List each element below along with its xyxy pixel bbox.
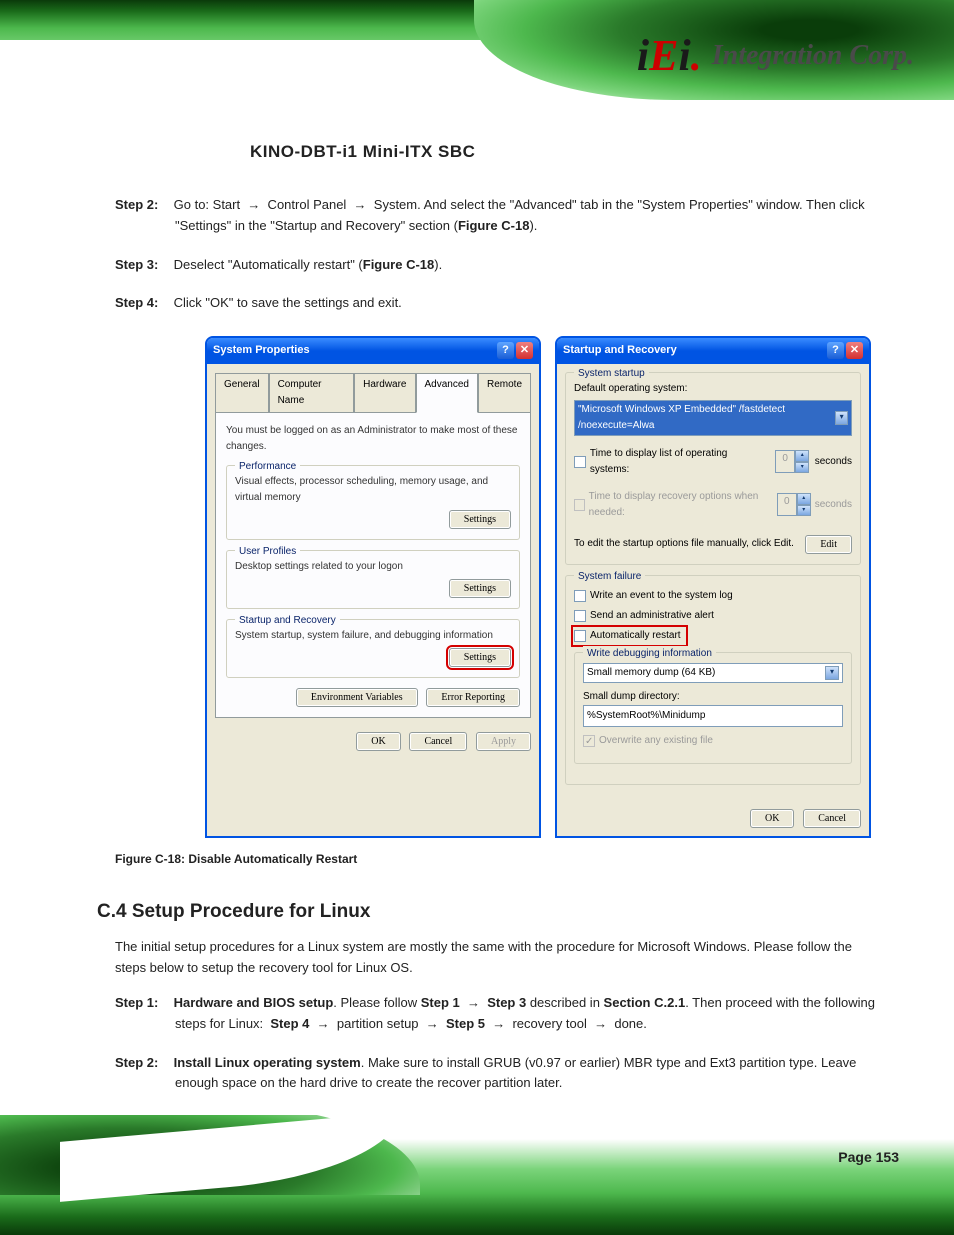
dump-value: Small memory dump (64 KB) bbox=[587, 665, 715, 681]
brand-text: Integration Corp. bbox=[712, 40, 914, 72]
linux-step-1: Step 1: Hardware and BIOS setup. Please … bbox=[115, 993, 875, 1035]
figure-label: Figure C-18: Disable Automatically Resta… bbox=[115, 850, 875, 869]
group-desc: Desktop settings related to your logon bbox=[235, 559, 511, 575]
footer-band bbox=[0, 1115, 954, 1235]
default-os-label: Default operating system: bbox=[574, 381, 852, 397]
close-icon[interactable]: ✕ bbox=[516, 342, 533, 359]
titlebar[interactable]: Startup and Recovery ? ✕ bbox=[557, 338, 869, 364]
small-dump-dir-input[interactable]: %SystemRoot%\Minidump bbox=[583, 705, 843, 727]
group-title: User Profiles bbox=[235, 544, 300, 560]
group-user-profiles: User Profiles Desktop settings related t… bbox=[226, 550, 520, 609]
apply-button[interactable]: Apply bbox=[476, 732, 531, 751]
help-icon[interactable]: ? bbox=[827, 342, 844, 359]
send-alert-checkbox[interactable]: Send an administrative alert bbox=[574, 608, 852, 624]
group-title: Performance bbox=[235, 459, 300, 475]
dialog-buttons: OK Cancel Apply bbox=[207, 726, 539, 759]
tab-computer-name[interactable]: Computer Name bbox=[269, 373, 355, 413]
step-bold: Install Linux operating system bbox=[174, 1055, 361, 1070]
time-list-spinner[interactable]: 0 ▴▾ bbox=[775, 450, 811, 473]
group-desc: Visual effects, processor scheduling, me… bbox=[235, 474, 511, 506]
step-number: Step 2: bbox=[115, 1053, 170, 1074]
env-variables-button[interactable]: Environment Variables bbox=[296, 688, 418, 707]
group-write-debug: Write debugging information Small memory… bbox=[574, 652, 852, 764]
tab-remote[interactable]: Remote bbox=[478, 373, 531, 413]
group-title: System startup bbox=[574, 366, 649, 382]
seconds-label: seconds bbox=[815, 454, 852, 470]
edit-note: To edit the startup options file manuall… bbox=[574, 536, 794, 552]
settings-button-performance[interactable]: Settings bbox=[449, 510, 511, 529]
cancel-button[interactable]: Cancel bbox=[409, 732, 467, 751]
dialog-buttons: OK Cancel bbox=[557, 803, 869, 836]
small-dump-dir-label: Small dump directory: bbox=[583, 689, 843, 705]
error-reporting-button[interactable]: Error Reporting bbox=[426, 688, 520, 707]
ok-button[interactable]: OK bbox=[750, 809, 794, 828]
dump-select[interactable]: Small memory dump (64 KB) ▾ bbox=[583, 663, 843, 683]
default-os-select[interactable]: "Microsoft Windows XP Embedded" /fastdet… bbox=[574, 400, 852, 436]
title-text: System Properties bbox=[213, 342, 310, 360]
overwrite-checkbox: ✓Overwrite any existing file bbox=[583, 733, 843, 749]
group-performance: Performance Visual effects, processor sc… bbox=[226, 465, 520, 540]
group-desc: System startup, system failure, and debu… bbox=[235, 628, 511, 644]
linux-step-2: Step 2: Install Linux operating system. … bbox=[115, 1053, 875, 1095]
group-title: Write debugging information bbox=[583, 646, 716, 662]
tab-hardware[interactable]: Hardware bbox=[354, 373, 415, 413]
document-title: KINO-DBT-i1 Mini-ITX SBC bbox=[250, 142, 475, 162]
title-text: Startup and Recovery bbox=[563, 342, 677, 360]
step-bold: Hardware and BIOS setup bbox=[174, 995, 334, 1010]
tab-general[interactable]: General bbox=[215, 373, 269, 413]
time-list-checkbox[interactable]: Time to display list of operating system… bbox=[574, 446, 767, 478]
tab-advanced[interactable]: Advanced bbox=[416, 373, 478, 413]
section-intro: The initial setup procedures for a Linux… bbox=[115, 937, 875, 979]
time-recovery-checkbox: Time to display recovery options when ne… bbox=[574, 489, 769, 521]
seconds-label: seconds bbox=[815, 497, 852, 513]
edit-button[interactable]: Edit bbox=[805, 535, 852, 554]
step-number: Step 3: bbox=[115, 255, 170, 276]
step-text: Go to: Start → Control Panel → System. A… bbox=[174, 197, 865, 233]
ok-button[interactable]: OK bbox=[356, 732, 400, 751]
startup-recovery-window: Startup and Recovery ? ✕ System startup … bbox=[555, 336, 871, 838]
tab-panel-advanced: You must be logged on as an Administrato… bbox=[215, 412, 531, 718]
page-number: Page 153 bbox=[838, 1149, 899, 1165]
group-title: System failure bbox=[574, 569, 645, 585]
group-system-failure: System failure Write an event to the sys… bbox=[565, 575, 861, 785]
help-icon[interactable]: ? bbox=[497, 342, 514, 359]
brand-logo: iEi. Integration Corp. bbox=[637, 30, 914, 81]
settings-button-userprofiles[interactable]: Settings bbox=[449, 579, 511, 598]
write-event-checkbox[interactable]: Write an event to the system log bbox=[574, 588, 852, 604]
system-properties-window: System Properties ? ✕ General Computer N… bbox=[205, 336, 541, 838]
chevron-down-icon[interactable]: ▾ bbox=[835, 411, 848, 425]
step-3: Step 3: Deselect "Automatically restart"… bbox=[115, 255, 875, 276]
body-area: Step 2: Go to: Start → Control Panel → S… bbox=[115, 195, 875, 1204]
screenshots-row: System Properties ? ✕ General Computer N… bbox=[205, 336, 875, 838]
tabs: General Computer Name Hardware Advanced … bbox=[215, 372, 531, 412]
group-title: Startup and Recovery bbox=[235, 613, 340, 629]
chevron-down-icon[interactable]: ▾ bbox=[825, 666, 839, 680]
step-number: Step 2: bbox=[115, 195, 170, 216]
header-band: iEi. Integration Corp. bbox=[0, 0, 954, 140]
section-heading: C.4 Setup Procedure for Linux bbox=[97, 897, 875, 927]
default-os-value: "Microsoft Windows XP Embedded" /fastdet… bbox=[578, 402, 835, 434]
logo-iei-icon: iEi. bbox=[637, 30, 702, 81]
step-number: Step 4: bbox=[115, 293, 170, 314]
step-number: Step 1: bbox=[115, 993, 170, 1014]
step-2: Step 2: Go to: Start → Control Panel → S… bbox=[115, 195, 875, 237]
time-recovery-spinner: 0 ▴▾ bbox=[777, 493, 811, 516]
step-4: Step 4: Click "OK" to save the settings … bbox=[115, 293, 875, 314]
cancel-button[interactable]: Cancel bbox=[803, 809, 861, 828]
auto-restart-checkbox[interactable]: Automatically restart bbox=[574, 628, 685, 644]
settings-button-startup-recovery[interactable]: Settings bbox=[449, 648, 511, 667]
group-system-startup: System startup Default operating system:… bbox=[565, 372, 861, 565]
step-text: Click "OK" to save the settings and exit… bbox=[174, 295, 402, 310]
group-startup-recovery: Startup and Recovery System startup, sys… bbox=[226, 619, 520, 678]
admin-notice: You must be logged on as an Administrato… bbox=[226, 423, 520, 455]
close-icon[interactable]: ✕ bbox=[846, 342, 863, 359]
step-text: Deselect "Automatically restart" (Figure… bbox=[174, 257, 443, 272]
titlebar[interactable]: System Properties ? ✕ bbox=[207, 338, 539, 364]
